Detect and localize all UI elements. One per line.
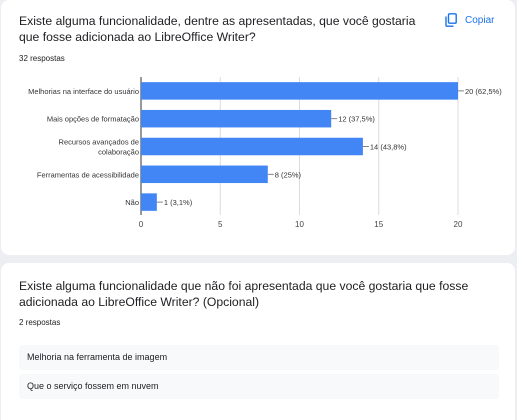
answer-item: Melhoria na ferramenta de imagem [19,345,499,370]
bar [141,193,157,211]
answer-item: Que o serviço fossem em nuvem [19,374,499,399]
copy-label: Copiar [465,14,495,26]
question-title: Existe alguma funcionalidade, dentre as … [19,14,416,44]
question-card-1: Existe alguma funcionalidade, dentre as … [1,0,515,255]
category-label: Mais opções de formatação [47,115,139,124]
data-label: 12 (37,5%) [338,115,375,124]
category-label: colaboração [98,148,139,157]
x-tick-label: 20 [454,220,463,229]
category-label: Não [125,198,139,207]
bar [141,165,268,184]
x-tick-label: 0 [139,220,144,229]
question-title: Existe alguma funcionalidade que não foi… [19,279,469,309]
bar-chart: 0 5 10 15 20 Melhorias na interface do usuári… [28,77,502,229]
category-label: Melhorias na interface do usuário [28,87,139,96]
x-tick-label: 5 [218,220,223,229]
x-tick-label: 10 [295,220,304,229]
copy-chart-button[interactable]: Copiar [445,13,494,27]
response-count: 32 respostas [19,54,65,63]
copy-icon [445,13,457,27]
bar [141,137,363,156]
category-label: Ferramentas de acessibilidade [37,170,139,179]
data-label: 1 (3,1%) [164,198,193,207]
data-label: 20 (62,5%) [465,87,502,96]
response-count: 2 respostas [19,318,61,327]
bar [141,82,458,100]
data-label: 14 (43,8%) [370,143,407,152]
x-tick-label: 15 [374,220,383,229]
category-label: Recursos avançados de [59,138,139,147]
bar [141,109,332,128]
data-label: 8 (25%) [275,170,302,179]
question-card-2: Existe alguma funcionalidade que não foi… [1,263,515,420]
